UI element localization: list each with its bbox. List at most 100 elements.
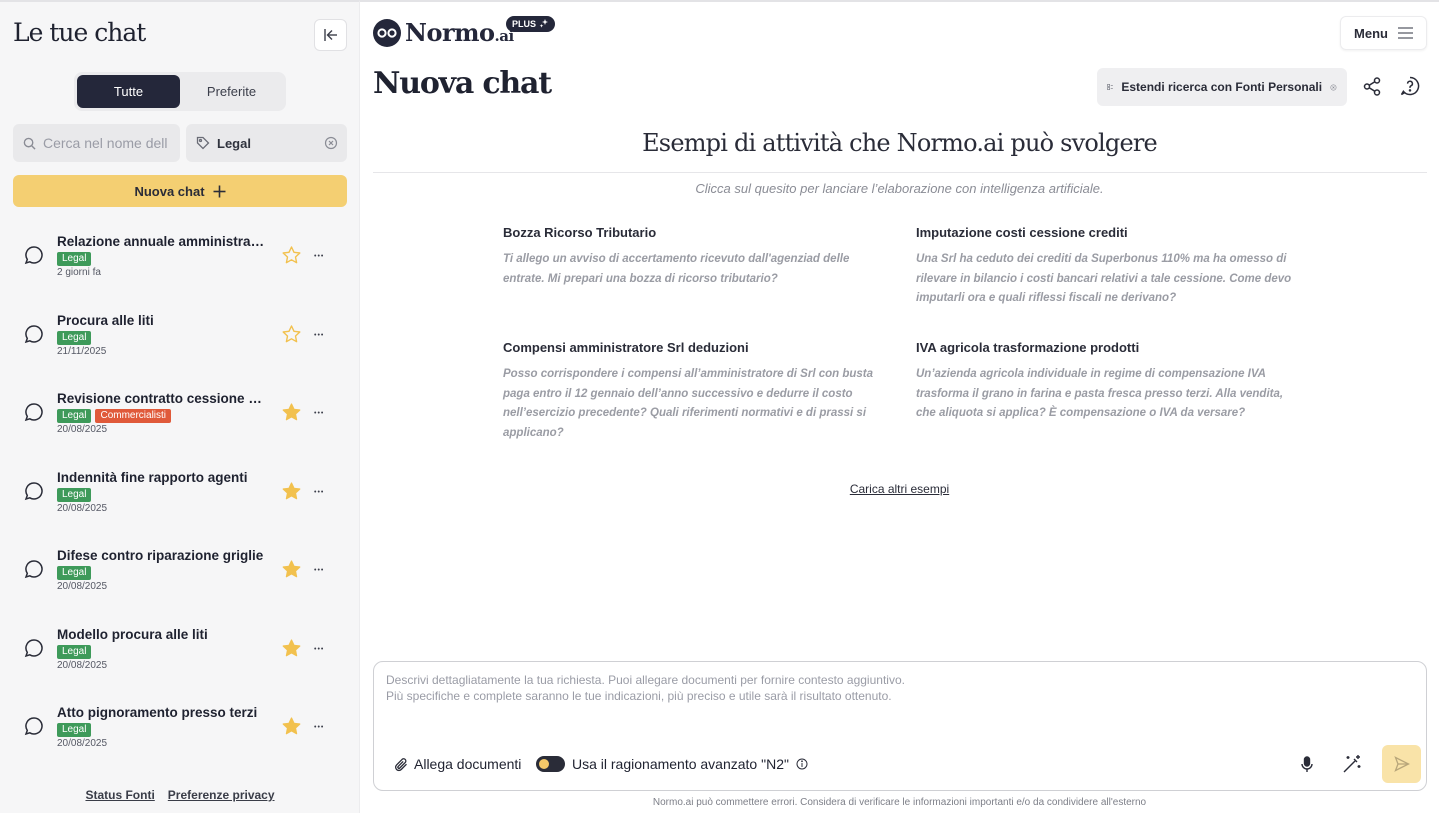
- star-icon[interactable]: [282, 560, 301, 583]
- chat-bubble-icon: [24, 716, 44, 741]
- more-icon[interactable]: •••: [314, 724, 324, 731]
- more-icon[interactable]: •••: [314, 489, 324, 496]
- chat-tag: Commercialisti: [95, 409, 172, 423]
- example-card[interactable]: Bozza Ricorso Tributario Ti allego un av…: [503, 225, 883, 289]
- tab-preferite[interactable]: Preferite: [180, 75, 283, 108]
- more-icon[interactable]: •••: [314, 646, 324, 653]
- clear-icon[interactable]: [1330, 81, 1337, 94]
- star-icon[interactable]: [282, 324, 301, 348]
- example-text: Posso corrispondere i compensi all’ammin…: [503, 368, 874, 439]
- chat-tag: Legal: [57, 644, 92, 659]
- chat-date: 20/08/2025: [57, 581, 108, 592]
- logo[interactable]: Normo.ai: [373, 18, 514, 47]
- help-icon[interactable]: [1400, 76, 1420, 96]
- collapse-sidebar-icon: [323, 29, 337, 41]
- composer: Allega documenti Usa il ragionamento ava…: [373, 661, 1427, 791]
- more-icon[interactable]: •••: [314, 567, 324, 574]
- example-text: Una Srl ha ceduto dei crediti da Superbo…: [916, 253, 1292, 304]
- chat-tag: Legal: [57, 723, 92, 737]
- example-text: Ti allego un avviso di accertamento rice…: [503, 253, 850, 285]
- example-title: Imputazione costi cessione crediti: [916, 225, 1128, 240]
- chat-tag: Legal: [57, 487, 92, 502]
- chat-tags: Legal: [57, 566, 92, 580]
- example-title: Bozza Ricorso Tributario: [503, 225, 657, 240]
- example-card[interactable]: Compensi amministratore Srl deduzioni Po…: [503, 340, 883, 443]
- chat-title: Relazione annuale amministrazione: [57, 234, 269, 249]
- search-input[interactable]: [43, 135, 168, 151]
- chat-list-item[interactable]: Procura alle liti Legal 21/11/2025 •••: [0, 299, 360, 378]
- logo-text: Normo.ai: [405, 18, 514, 47]
- info-icon[interactable]: [796, 758, 808, 770]
- new-chat-button[interactable]: Nuova chat: [13, 175, 347, 207]
- chat-bubble-icon: [24, 481, 44, 506]
- send-button[interactable]: [1382, 745, 1421, 783]
- more-icon[interactable]: •••: [314, 253, 324, 260]
- divider: [373, 172, 1427, 173]
- star-icon[interactable]: [282, 481, 301, 505]
- advanced-reasoning-toggle[interactable]: Usa il ragionamento avanzato "N2": [536, 756, 808, 772]
- chat-bubble-icon: [24, 638, 44, 663]
- new-chat-label: Nuova chat: [134, 183, 205, 199]
- chat-bubble-icon: [24, 245, 44, 270]
- microphone-icon[interactable]: [1300, 756, 1314, 773]
- example-title: Compensi amministratore Srl deduzioni: [503, 340, 749, 355]
- share-icon[interactable]: [1363, 77, 1381, 96]
- example-card[interactable]: IVA agricola trasformazione prodotti Un’…: [916, 340, 1296, 424]
- send-icon: [1393, 756, 1410, 772]
- reasoning-label: Usa il ragionamento avanzato "N2": [572, 756, 789, 772]
- clear-icon[interactable]: [324, 136, 338, 150]
- star-icon[interactable]: [282, 246, 301, 269]
- chat-search: [13, 124, 180, 162]
- magic-wand-icon[interactable]: [1342, 754, 1362, 774]
- tab-tutte[interactable]: Tutte: [77, 75, 180, 108]
- star-icon[interactable]: [282, 638, 301, 662]
- load-more-examples: Carica altri esempi: [360, 482, 1439, 496]
- examples-title: Esempi di attività che Normo.ai può svol…: [642, 129, 1158, 157]
- menu-button[interactable]: Menu: [1340, 16, 1427, 50]
- sidebar: Le tue chat Tutte Preferite Legal Nuova …: [0, 0, 360, 813]
- chat-tag: Legal: [57, 409, 92, 423]
- search-icon: [23, 137, 36, 150]
- privacy-preferences-link[interactable]: Preferenze privacy: [168, 788, 275, 802]
- page-title: Nuova chat: [373, 66, 552, 101]
- chat-title: Revisione contratto cessione azienda: [57, 391, 269, 406]
- sources-icon: [1107, 84, 1113, 90]
- chat-list: Relazione annuale amministrazione Legal 2 …: [0, 220, 360, 770]
- chat-tags: Legal: [57, 252, 92, 266]
- chat-tag: Legal: [57, 566, 92, 580]
- attach-documents-button[interactable]: Allega documenti: [394, 756, 521, 772]
- chat-tags: Legal Commercialisti: [57, 409, 172, 423]
- chat-bubble-icon: [24, 559, 44, 584]
- more-icon[interactable]: •••: [314, 410, 324, 417]
- star-icon[interactable]: [282, 717, 301, 740]
- chat-title: Difese contro riparazione griglie: [57, 548, 264, 563]
- example-card[interactable]: Imputazione costi cessione crediti Una S…: [916, 225, 1296, 309]
- toggle-switch[interactable]: [536, 756, 565, 772]
- tag-filter[interactable]: Legal: [186, 124, 347, 162]
- chat-bubble-icon: [24, 324, 44, 349]
- sidebar-title: Le tue chat: [13, 18, 146, 47]
- chat-date: 20/08/2025: [57, 738, 108, 749]
- paperclip-icon: [395, 757, 407, 771]
- chat-list-item[interactable]: Difese contro riparazione griglie Legal 20…: [0, 534, 360, 613]
- star-icon[interactable]: [282, 403, 301, 426]
- extend-search-chip[interactable]: Estendi ricerca con Fonti Personali: [1097, 68, 1347, 106]
- chat-list-item[interactable]: Modello procura alle liti Legal 20/08/2025…: [0, 613, 360, 692]
- chat-tags: Legal: [57, 723, 92, 737]
- logo-mark-icon: [373, 18, 401, 47]
- load-more-link[interactable]: Carica altri esempi: [850, 482, 949, 496]
- collapse-sidebar-button[interactable]: [314, 19, 347, 51]
- chat-title: Atto pignoramento presso terzi: [57, 705, 258, 720]
- chat-list-item[interactable]: Atto pignoramento presso terzi Legal 20/08…: [0, 691, 360, 770]
- chat-list-item[interactable]: Relazione annuale amministrazione Legal 2 …: [0, 220, 360, 299]
- chat-list-item[interactable]: Revisione contratto cessione azienda Lega…: [0, 377, 360, 456]
- chat-title: Modello procura alle liti: [57, 626, 208, 642]
- prompt-input[interactable]: [386, 672, 1416, 722]
- extend-search-label: Estendi ricerca con Fonti Personali: [1121, 80, 1323, 94]
- chat-tags: Legal: [57, 330, 92, 345]
- chat-list-item[interactable]: Indennità fine rapporto agenti Legal 20/08…: [0, 456, 360, 535]
- status-fonti-link[interactable]: Status Fonti: [85, 788, 154, 802]
- more-icon[interactable]: •••: [314, 332, 324, 339]
- examples-subtitle: Clicca sul quesito per lanciare l’elabor…: [695, 181, 1104, 196]
- chat-date: 20/08/2025: [57, 502, 108, 514]
